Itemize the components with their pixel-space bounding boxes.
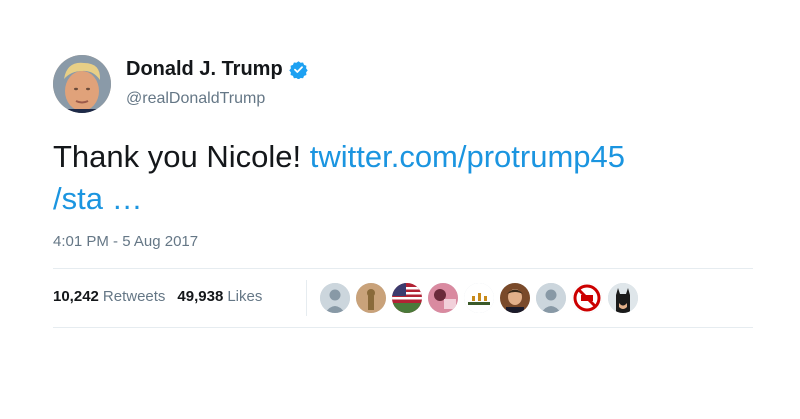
verified-badge-icon <box>289 61 308 79</box>
tweet-timestamp[interactable]: 4:01 PM - 5 Aug 2017 <box>53 233 198 250</box>
american-flag-avatar-icon <box>392 283 422 313</box>
likes-count: 49,938 <box>177 288 224 305</box>
liker-avatar-1[interactable] <box>320 283 350 313</box>
retweets-stat[interactable]: 10,242 Retweets <box>53 288 165 305</box>
tweet-link-line1: twitter.com/protrump45 <box>309 139 626 174</box>
author-display-name[interactable]: Donald J. Trump <box>126 58 283 81</box>
liker-avatar-7[interactable] <box>536 283 566 313</box>
no-cnn-avatar-icon <box>572 283 602 313</box>
pink-scene-avatar-icon <box>428 283 458 313</box>
liker-avatar-9[interactable] <box>608 283 638 313</box>
author-handle[interactable]: @realDonaldTrump <box>126 90 265 108</box>
liker-avatar-4[interactable] <box>428 283 458 313</box>
tweet-stats: 10,242 Retweets 49,938 Likes <box>53 288 274 305</box>
dlc-logo-avatar-icon <box>464 283 494 313</box>
batman-avatar-icon <box>608 283 638 313</box>
default-avatar-icon <box>320 283 350 313</box>
likers-facepile <box>320 283 644 313</box>
liker-avatar-3[interactable] <box>392 283 422 313</box>
liker-avatar-8[interactable] <box>572 283 602 313</box>
tweet-link-line2: /sta … <box>53 181 143 216</box>
tweet-text: Thank you Nicole! twitter.com/protrump45… <box>53 136 753 220</box>
likes-label: Likes <box>227 288 263 305</box>
liker-avatar-2[interactable] <box>356 283 386 313</box>
author-avatar[interactable] <box>53 55 111 113</box>
tweet-card: Donald J. Trump @realDonaldTrump Thank y… <box>0 0 800 419</box>
divider-top <box>53 268 753 269</box>
liker-avatar-5[interactable] <box>464 283 494 313</box>
divider-bottom <box>53 327 753 328</box>
tweet-text-body: Thank you Nicole! <box>53 139 310 174</box>
bronze-figure-avatar-icon <box>356 283 386 313</box>
retweets-count: 10,242 <box>53 288 99 305</box>
liker-avatar-6[interactable] <box>500 283 530 313</box>
author-portrait-icon <box>53 55 111 113</box>
likes-stat[interactable]: 49,938 Likes <box>177 288 262 305</box>
author-name-row: Donald J. Trump <box>126 58 308 81</box>
retweets-label: Retweets <box>102 288 166 305</box>
default-avatar-icon <box>536 283 566 313</box>
portrait-avatar-icon <box>500 283 530 313</box>
stats-separator <box>306 280 307 316</box>
